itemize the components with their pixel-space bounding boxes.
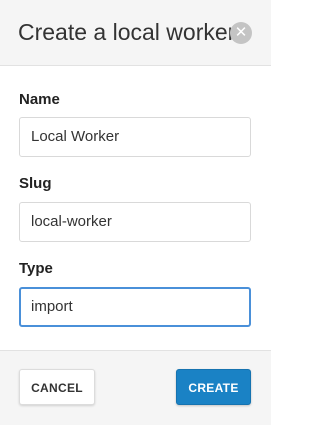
type-input[interactable]: import (19, 287, 251, 327)
slug-label: Slug (19, 175, 52, 192)
create-worker-dialog: Create a local worker ✕ Name Local Worke… (0, 0, 271, 425)
dialog-title: Create a local worker (18, 19, 236, 45)
name-label: Name (19, 91, 60, 108)
cancel-button[interactable]: CANCEL (19, 369, 95, 405)
dialog-body: Name Local Worker Slug local-worker Type… (0, 66, 271, 350)
dialog-header: Create a local worker ✕ (0, 0, 271, 66)
close-icon[interactable]: ✕ (230, 22, 252, 44)
create-button[interactable]: CREATE (176, 369, 251, 405)
name-input[interactable]: Local Worker (19, 117, 251, 157)
dialog-footer: CANCEL CREATE (0, 350, 271, 425)
slug-input[interactable]: local-worker (19, 202, 251, 242)
type-label: Type (19, 260, 53, 277)
